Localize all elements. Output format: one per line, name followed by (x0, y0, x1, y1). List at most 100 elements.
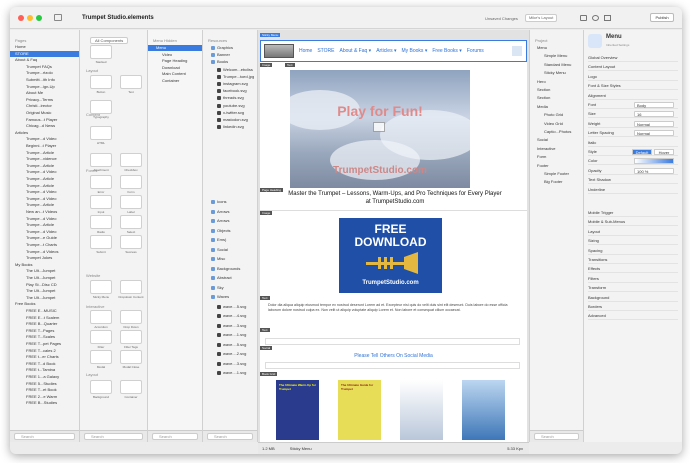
project-item[interactable]: Simple Footer (530, 171, 583, 177)
element-tag-image[interactable]: Image (260, 63, 273, 67)
resource-item[interactable]: wave....5.svg (203, 342, 257, 348)
page-item[interactable]: FREE E...MUSIC (10, 308, 79, 314)
project-item[interactable]: Simple Menu (530, 53, 583, 59)
page-item[interactable]: Trumpe...d Video (10, 229, 79, 235)
project-item[interactable]: Form (530, 154, 583, 160)
component-tile[interactable] (120, 380, 142, 394)
sidebar-toggle-icon[interactable] (54, 14, 62, 21)
inspector-row[interactable]: Underline (588, 186, 678, 194)
resource-item[interactable]: Banner (203, 52, 257, 58)
project-item[interactable]: Photo Grid (530, 112, 583, 118)
resource-item[interactable]: Ems) (203, 237, 257, 243)
menu-bar[interactable]: Home STORE About & Faq ▾ Articles ▾ My Books… (260, 40, 527, 62)
inspector-row[interactable]: Size 16 (588, 110, 678, 119)
inspector-row[interactable]: Advanced (588, 312, 678, 321)
component-tile[interactable] (90, 153, 112, 167)
component-tile[interactable] (90, 350, 112, 364)
page-item[interactable]: FREE T...cales 2 (10, 348, 79, 354)
page-item[interactable]: Trumpe...d Video (10, 136, 79, 142)
component-tile[interactable] (120, 280, 142, 294)
inspector-row[interactable]: Content Layout (588, 63, 678, 72)
close-button[interactable] (18, 15, 24, 21)
component-tile[interactable] (90, 100, 112, 114)
inspector-row[interactable]: Color (588, 157, 678, 166)
inspector-value-field[interactable]: 100 % (634, 167, 674, 174)
inspector-row[interactable]: Mobile Trigger (588, 209, 678, 217)
social-share-text[interactable]: Please Tell Others On Social Media (260, 353, 527, 359)
resource-item[interactable]: instagram.svg (203, 81, 257, 87)
resource-item[interactable]: Trumpe...toed.jpg (203, 74, 257, 80)
page-item[interactable]: Trumpe...Article (10, 150, 79, 156)
component-tile[interactable] (120, 175, 142, 189)
project-item[interactable]: Hero (530, 79, 583, 85)
resource-item[interactable]: Backgrounds (203, 266, 257, 272)
element-tag-text-2[interactable]: Text (260, 296, 270, 300)
page-item[interactable]: FREE 1...a Galaxy (10, 374, 79, 380)
resource-item[interactable]: wave....3.svg (203, 361, 257, 367)
style-toggle[interactable]: Default (632, 149, 652, 155)
layout-selector[interactable]: Mike's Layout (525, 14, 558, 22)
page-item[interactable]: The Ult...Jumpet (10, 275, 79, 281)
page-item[interactable]: Trumpet FAQs (10, 64, 79, 70)
style-toggle[interactable]: Hover (654, 149, 674, 155)
page-item[interactable]: FREE t...Tamina (10, 367, 79, 373)
inspector-value-field[interactable]: 16 (634, 111, 674, 118)
resource-item[interactable]: threads.svg (203, 95, 257, 101)
page-item[interactable]: The Ult...Jumpet (10, 288, 79, 294)
component-tile[interactable] (90, 215, 112, 229)
resource-item[interactable]: Icons (203, 199, 257, 205)
resource-item[interactable]: youtube.svg (203, 103, 257, 109)
resource-item[interactable]: Sky (203, 285, 257, 291)
tree-search-input[interactable]: Search (152, 433, 198, 440)
project-item[interactable]: Menu (530, 45, 583, 51)
component-tile[interactable] (120, 195, 142, 209)
project-item[interactable]: Section (530, 95, 583, 101)
body-text[interactable]: Dolor dia aliqua aliquip eiusmod tempor … (268, 303, 518, 313)
page-item[interactable]: FREE T...Pages (10, 328, 79, 334)
nav-link[interactable]: STORE (317, 48, 334, 54)
inspector-row[interactable]: Alignment (588, 92, 678, 100)
page-item[interactable]: My Books (10, 262, 79, 268)
inspector-value-field[interactable]: Normal (634, 130, 674, 137)
inspector-row[interactable]: Mobile & Sub-Menus (588, 218, 678, 227)
resource-item[interactable]: Arrows (203, 218, 257, 224)
page-item[interactable]: Submitt...ith Info (10, 77, 79, 83)
inspector-row[interactable]: Font Body (588, 101, 678, 109)
page-item[interactable]: Trumpe...ign-Up (10, 84, 79, 90)
page-item[interactable]: Privacy...Terms (10, 97, 79, 103)
resource-item[interactable]: Misc (203, 256, 257, 262)
book-cover-4[interactable] (462, 380, 505, 440)
resource-item[interactable]: wave....1.svg (203, 370, 257, 376)
book-cover-2[interactable]: The Ultimate Guide for Trumpet (338, 380, 381, 440)
components-search-input[interactable]: Search (84, 433, 143, 440)
inspector-row[interactable]: Spacing (588, 247, 678, 255)
components-filter[interactable]: All Components (90, 37, 129, 44)
page-item[interactable]: Chicag...d News (10, 123, 79, 129)
element-tag-text[interactable]: Text (285, 63, 295, 67)
pages-search-input[interactable]: Search (14, 433, 75, 440)
page-item[interactable]: FREE B...Quarter (10, 321, 79, 327)
project-item[interactable]: Footer (530, 163, 583, 169)
nav-link[interactable]: Articles ▾ (376, 48, 396, 54)
inspector-row[interactable]: Transitions (588, 256, 678, 264)
minimize-button[interactable] (27, 15, 33, 21)
resource-item[interactable]: facebook.svg (203, 88, 257, 94)
page-item[interactable]: Trumpe...Article (10, 183, 79, 189)
inspector-row[interactable]: Background (588, 294, 678, 302)
project-item[interactable]: Sticky Menu (530, 70, 583, 76)
page-item[interactable]: Famous...t Player (10, 117, 79, 123)
component-tile[interactable] (90, 235, 112, 249)
project-item[interactable]: Media (530, 104, 583, 110)
free-download-ad[interactable]: FREE DOWNLOAD TrumpetStudio.com (339, 218, 442, 293)
share-icon[interactable] (604, 15, 611, 21)
page-item[interactable]: About Me (10, 90, 79, 96)
inspector-row[interactable]: Sizing (588, 237, 678, 246)
page-item[interactable]: FREE T...Scales (10, 334, 79, 340)
preview-icon[interactable] (592, 15, 599, 21)
page-item[interactable]: About & Faq (10, 57, 79, 63)
page-item[interactable]: The Ult...Jumpet (10, 268, 79, 274)
page-item[interactable]: Trumpe...Article (10, 176, 79, 182)
resource-item[interactable]: wave....4.svg (203, 313, 257, 319)
project-item[interactable]: Interactive (530, 146, 583, 152)
resource-item[interactable]: wave....2.svg (203, 351, 257, 357)
